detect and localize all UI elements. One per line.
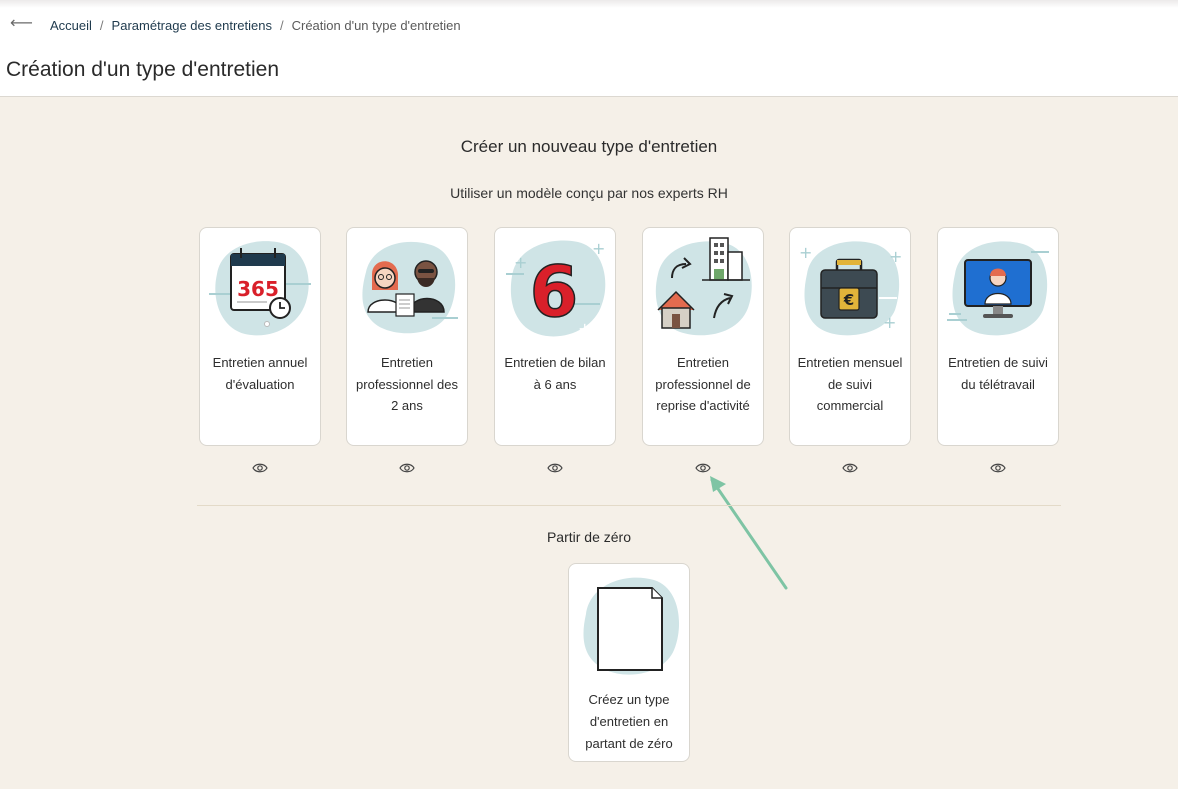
section-divider [197,505,1061,506]
template-card-sales-follow-up[interactable]: + + + € Entretien mensuel de suivi comme… [789,227,911,446]
monitor-person-icon [947,241,1049,336]
template-card-label: Entretien de bilan à 6 ans [504,355,606,392]
section-title: Créer un nouveau type d'entretien [460,137,718,156]
breadcrumb-interview-settings[interactable]: Paramétrage des entretiens [112,18,272,33]
from-scratch-title: Partir de zéro [546,529,632,545]
template-card-label: Entretien mensuel de suivi commercial [797,355,903,413]
template-card-label: Entretien professionnel de reprise d'act… [655,355,751,413]
header-shadow [0,0,1178,8]
preview-eye-icon[interactable] [399,461,415,475]
briefcase-euro-icon: + + + € [799,241,902,336]
number-six-icon: + + + 6 [506,239,605,338]
svg-text:€: € [843,291,854,309]
svg-text:+: + [889,247,902,266]
preview-eye-icon[interactable] [990,461,1006,475]
preview-eye-icon[interactable] [842,461,858,475]
svg-text:365: 365 [237,277,279,301]
template-card-professional-2-years[interactable]: Entretien professionnel des 2 ans [346,227,468,446]
template-card-remote-work[interactable]: Entretien de suivi du télétravail [937,227,1059,446]
breadcrumb-separator: / [279,17,284,33]
calendar-365-icon: 365 [209,241,311,336]
blank-document-icon [583,577,680,675]
breadcrumb-home[interactable]: Accueil [50,18,92,33]
template-card-6-years[interactable]: + + + 6 Entretien de bilan à 6 ans [494,227,616,446]
preview-eye-icon[interactable] [252,461,268,475]
from-scratch-label: Créez un type d'entretien en partant de … [585,692,673,751]
preview-eye-icon[interactable] [547,461,563,475]
house-building-icon [655,237,752,336]
template-card-annual[interactable]: 365 Entretien annuel d'évaluation [199,227,321,446]
breadcrumb-separator: / [99,17,104,33]
template-card-label: Entretien professionnel des 2 ans [356,355,458,413]
two-people-icon [362,241,458,334]
back-arrow-icon[interactable]: ⟵ [10,14,33,34]
svg-text:+: + [592,239,605,258]
template-card-return-to-activity[interactable]: Entretien professionnel de reprise d'act… [642,227,764,446]
svg-text:+: + [514,253,527,272]
header: ⟵ Accueil / Paramétrage des entretiens /… [0,0,1178,97]
template-card-label: Entretien de suivi du télétravail [948,355,1048,392]
breadcrumb: Accueil / Paramétrage des entretiens / C… [50,16,461,34]
template-card-label: Entretien annuel d'évaluation [212,355,308,392]
svg-text:6: 6 [530,251,579,333]
from-scratch-card[interactable]: Créez un type d'entretien en partant de … [568,563,690,762]
preview-eye-icon[interactable] [695,461,711,475]
breadcrumb-current: Création d'un type d'entretien [291,17,461,33]
svg-text:+: + [578,319,591,338]
section-subtitle: Utiliser un modèle conçu par nos experts… [450,185,728,201]
page-title: Création d'un type d'entretien [6,58,280,81]
svg-text:+: + [799,243,812,262]
svg-text:+: + [883,313,896,332]
